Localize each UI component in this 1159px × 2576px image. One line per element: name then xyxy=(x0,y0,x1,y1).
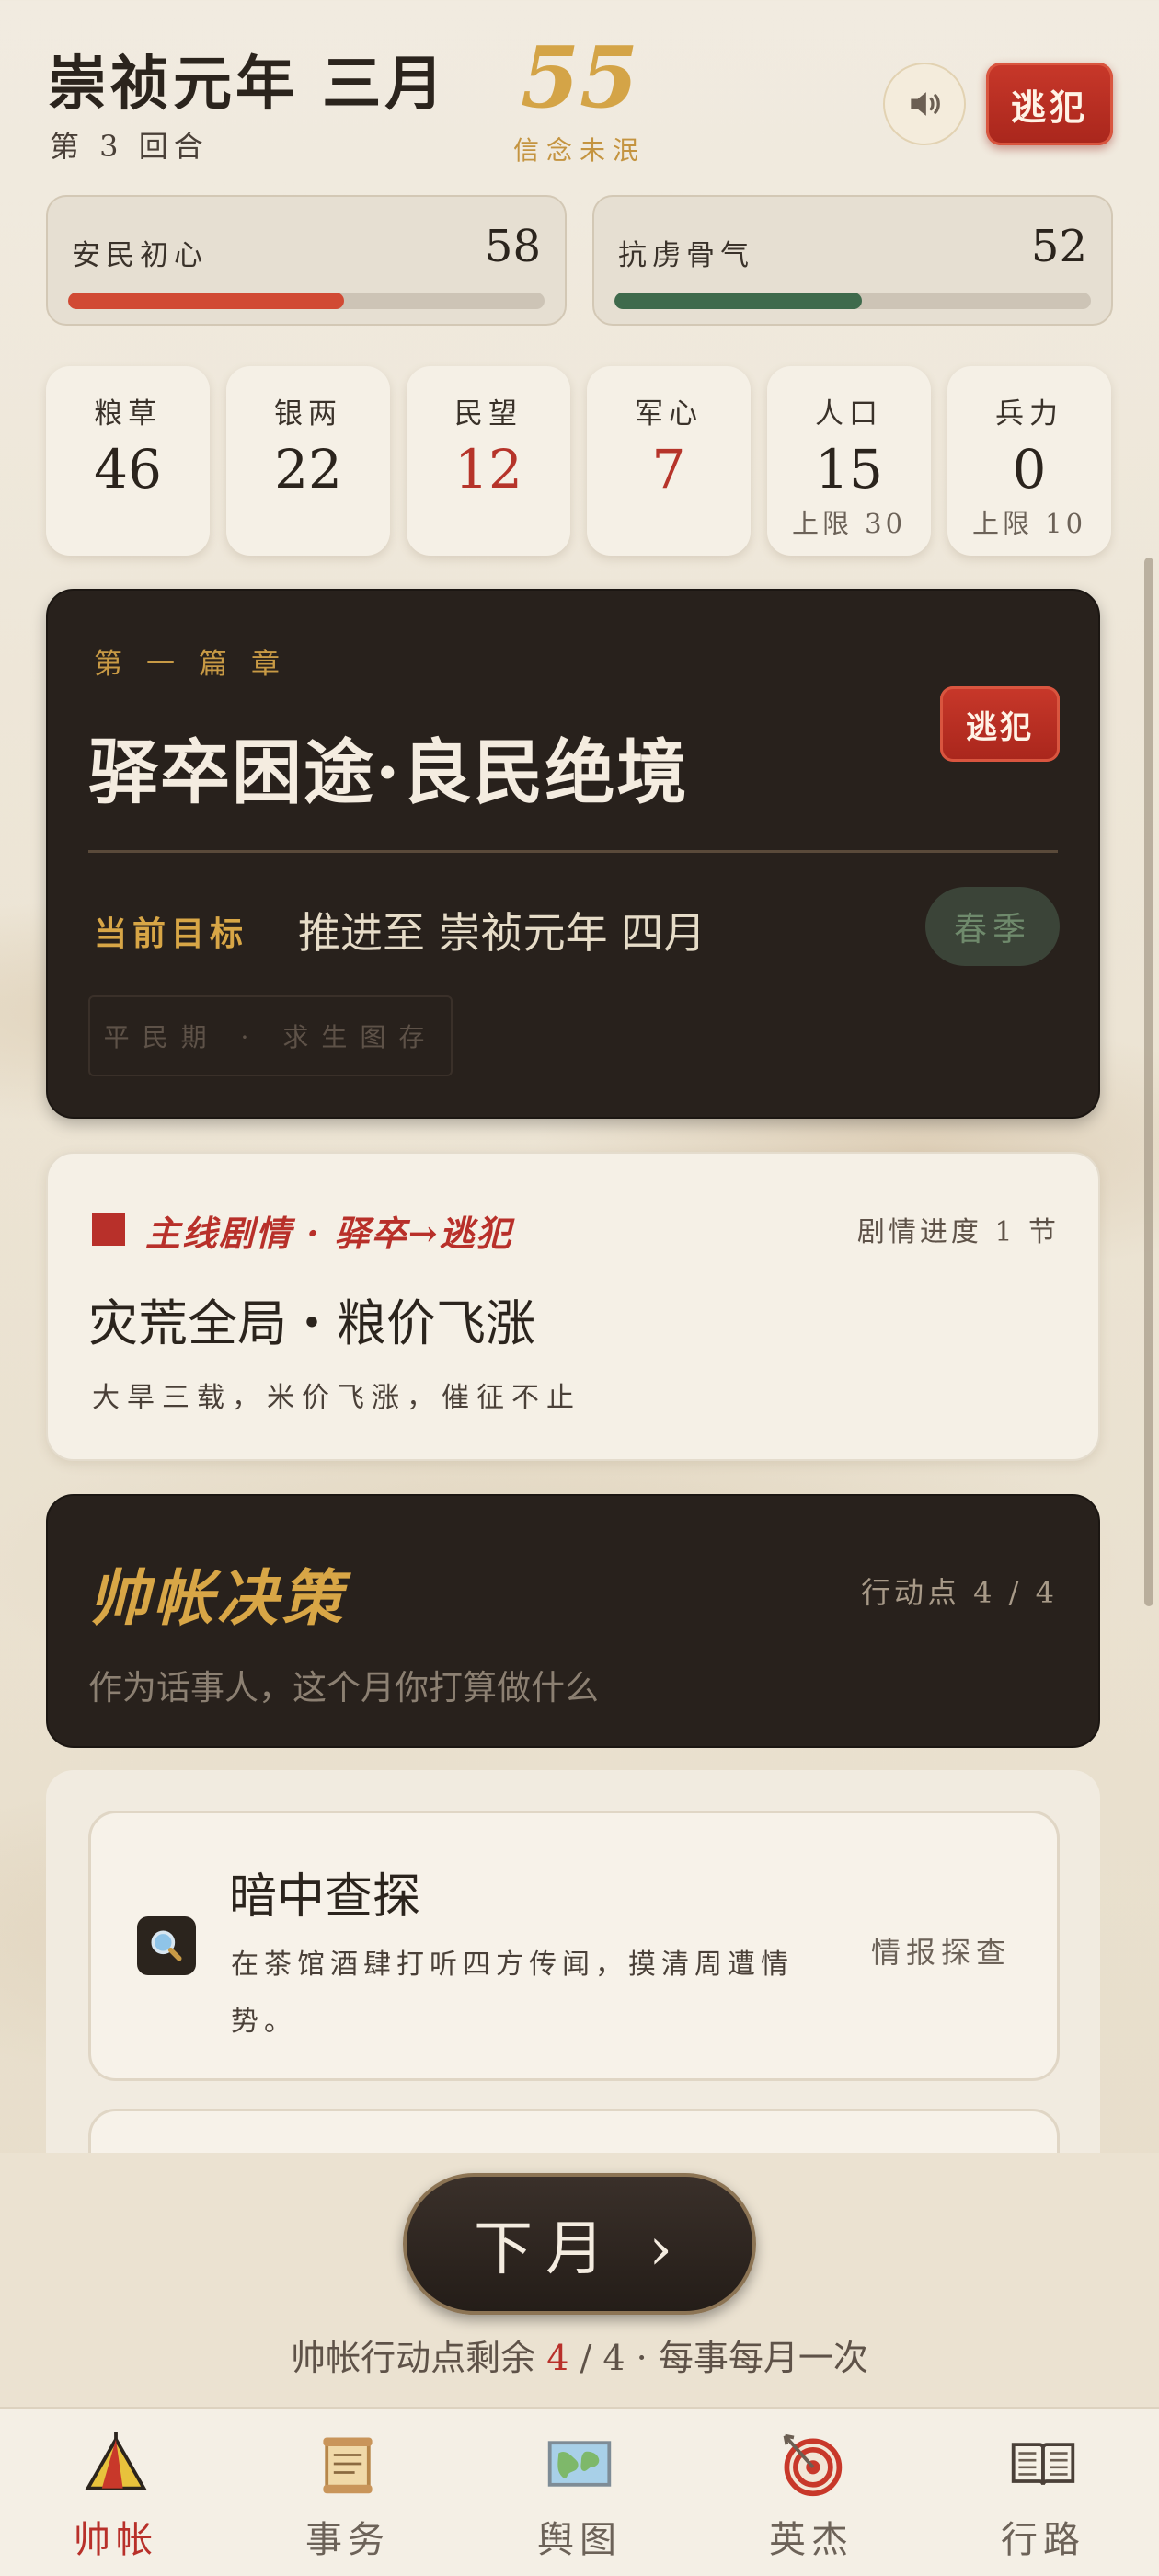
meter-fill xyxy=(614,293,863,309)
next-hint: 帅帐行动点剩余 4 / 4 · 每事每月一次 xyxy=(0,2329,1159,2380)
hint-prefix: 帅帐行动点剩余 xyxy=(291,2338,547,2378)
faith-label: 信念未泯 xyxy=(512,135,646,166)
resource-reputation[interactable]: 民望 12 xyxy=(407,366,570,556)
resource-label: 兵力 xyxy=(995,397,1063,431)
faith-number: 55 xyxy=(520,28,639,127)
meter-value: 52 xyxy=(1030,221,1087,272)
resource-value: 15 xyxy=(815,438,883,500)
meter-label: 抗虏骨气 xyxy=(618,239,754,272)
scrollbar[interactable] xyxy=(1144,558,1153,1606)
action-title: 暗中查探 xyxy=(229,1869,421,1925)
tab-yutu[interactable]: 舆图 xyxy=(464,2409,695,2576)
speaker-icon xyxy=(911,92,940,116)
resource-label: 军心 xyxy=(635,397,703,431)
goal-text: 推进至 崇祯元年 四月 xyxy=(298,908,706,958)
resource-troops[interactable]: 兵力 0 上限 10 xyxy=(947,366,1111,556)
action-card-next[interactable] xyxy=(88,2109,1060,2156)
meter-kanglu: 抗虏骨气 52 xyxy=(592,195,1113,326)
next-month-button[interactable]: 下月 › xyxy=(403,2173,756,2315)
resource-label: 银两 xyxy=(274,397,342,431)
round-label: 第 3 回合 xyxy=(50,129,209,164)
decision-title: 帅帐决策 xyxy=(88,1562,346,1634)
flee-button[interactable]: 逃犯 xyxy=(986,63,1113,145)
resource-label: 人口 xyxy=(815,397,883,431)
resource-value: 46 xyxy=(94,438,162,500)
hint-remaining: 4 xyxy=(546,2338,569,2378)
tab-shuaizhang[interactable]: 帅帐 xyxy=(0,2409,232,2576)
resource-value: 0 xyxy=(1012,438,1047,500)
action-list: 暗中查探 在茶馆酒肆打听四方传闻，摸清周遭情势。 情报探查 xyxy=(46,1770,1100,2156)
resource-value: 12 xyxy=(454,438,522,500)
resource-label: 粮草 xyxy=(94,397,162,431)
season-badge: 春季 xyxy=(925,887,1060,966)
tab-bar: 帅帐 事务 舆图 英杰 行路 xyxy=(0,2407,1159,2576)
resource-silver[interactable]: 银两 22 xyxy=(226,366,390,556)
tab-label: 行路 xyxy=(1001,2519,1085,2561)
action-tag: 情报探查 xyxy=(870,1935,1011,1970)
meter-label: 安民初心 xyxy=(72,239,208,272)
action-points: 行动点 4 / 4 xyxy=(860,1575,1058,1610)
meter-track xyxy=(68,293,545,309)
tab-label: 帅帐 xyxy=(74,2519,158,2561)
action-card-investigate[interactable]: 暗中查探 在茶馆酒肆打听四方传闻，摸清周遭情势。 情报探查 xyxy=(88,1811,1060,2081)
story-label: 主线剧情 · 驿卒→逃犯 xyxy=(145,1213,513,1254)
action-desc: 在茶馆酒肆打听四方传闻，摸清周遭情势。 xyxy=(231,1949,794,2038)
story-progress: 剧情进度 1 节 xyxy=(856,1216,1060,1248)
chapter-title: 驿卒困途·良民绝境 xyxy=(88,731,689,813)
top-header: 崇祯元年 三月 第 3 回合 55 信念未泯 逃犯 xyxy=(0,0,1159,184)
resource-cap: 上限 30 xyxy=(791,508,907,539)
resource-label: 民望 xyxy=(454,397,522,431)
map-icon xyxy=(547,2441,612,2487)
tab-shiwu[interactable]: 事务 xyxy=(232,2409,464,2576)
story-card[interactable]: 主线剧情 · 驿卒→逃犯 剧情进度 1 节 灾荒全局・粮价飞涨 大旱三载，米价飞… xyxy=(46,1152,1100,1461)
sound-button[interactable] xyxy=(883,63,966,145)
meter-anmin: 安民初心 58 xyxy=(46,195,567,326)
story-marker-icon xyxy=(92,1213,125,1246)
book-icon xyxy=(1011,2443,1075,2486)
era-title: 崇祯元年 三月 xyxy=(48,50,448,119)
decision-subtitle: 作为话事人，这个月你打算做什么 xyxy=(88,1668,599,1708)
goal-label: 当前目标 xyxy=(94,914,249,953)
chapter-flee-badge[interactable]: 逃犯 xyxy=(940,686,1060,762)
resource-value: 22 xyxy=(274,438,342,500)
resource-cap: 上限 10 xyxy=(971,508,1087,539)
story-title: 灾荒全局・粮价飞涨 xyxy=(88,1294,535,1352)
decision-panel: 帅帐决策 行动点 4 / 4 作为话事人，这个月你打算做什么 xyxy=(46,1494,1100,1748)
meter-fill xyxy=(68,293,345,309)
tab-label: 事务 xyxy=(305,2519,390,2561)
resource-value: 7 xyxy=(651,438,686,500)
tab-label: 英杰 xyxy=(769,2519,854,2561)
chapter-card: 第一篇章 驿卒困途·良民绝境 逃犯 当前目标 推进至 崇祯元年 四月 春季 平民… xyxy=(46,589,1100,1119)
meter-value: 58 xyxy=(484,221,541,272)
resource-morale[interactable]: 军心 7 xyxy=(587,366,751,556)
tab-xinglu[interactable]: 行路 xyxy=(927,2409,1159,2576)
chapter-number: 第一篇章 xyxy=(94,648,304,681)
magnifier-icon xyxy=(137,1916,196,1975)
resource-row: 粮草 46 银两 22 民望 12 军心 7 人口 15 上限 30 兵力 0 … xyxy=(46,366,1113,556)
target-icon xyxy=(783,2433,843,2497)
scroll-icon xyxy=(323,2437,373,2494)
resource-grain[interactable]: 粮草 46 xyxy=(46,366,210,556)
tab-yingjie[interactable]: 英杰 xyxy=(695,2409,927,2576)
tent-icon xyxy=(85,2432,147,2490)
resource-population[interactable]: 人口 15 上限 30 xyxy=(767,366,931,556)
chapter-divider xyxy=(88,850,1058,853)
tab-label: 舆图 xyxy=(537,2519,622,2561)
story-desc: 大旱三载，米价飞涨，催征不止 xyxy=(92,1382,581,1414)
period-label: 平民期 · 求生图存 xyxy=(88,995,453,1076)
hint-suffix: / 4 · 每事每月一次 xyxy=(568,2338,868,2378)
meter-track xyxy=(614,293,1091,309)
